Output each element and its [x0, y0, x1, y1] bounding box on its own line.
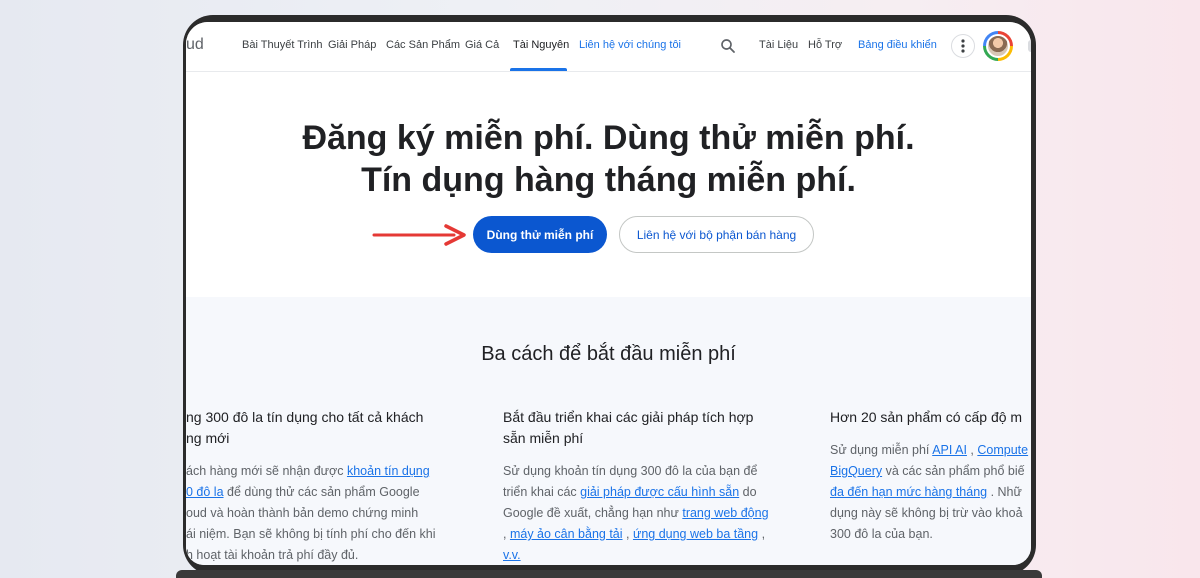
column-2-body-line-3: Google đề xuất, chẳng hạn như trang web … [503, 506, 769, 520]
column-3-body-line-1: Sử dụng miễn phí API AI , Compute [830, 443, 1029, 457]
etc-link[interactable]: v.v. [503, 548, 521, 562]
column-2-body-line-1: Sử dụng khoản tín dụng 300 đô la của bạn… [503, 464, 758, 478]
load-balanced-vm-link[interactable]: máy ảo cân bằng tải [510, 527, 623, 541]
column-2-body-line-4: , máy ảo cân bằng tải , ứng dụng web ba … [503, 527, 766, 541]
bigquery-link[interactable]: BigQuery [830, 464, 882, 478]
hero-title-line-1: Đăng ký miễn phí. Dùng thử miễn phí. [302, 119, 915, 157]
nav-item-presentations[interactable]: Bài Thuyết Trình [242, 39, 323, 51]
avatar[interactable] [983, 31, 1013, 61]
credit-amount-link[interactable]: 0 đô la [186, 485, 224, 499]
ai-api-link[interactable]: API AI [932, 443, 967, 457]
dynamic-website-link[interactable]: trang web động [682, 506, 768, 520]
column-3-body-line-4: dụng này sẽ không bị trừ vào khoả [830, 506, 1023, 520]
scroll-edge [1028, 40, 1031, 52]
active-tab-indicator [510, 68, 567, 71]
arrow-right-icon [372, 224, 466, 246]
section-title: Ba cách để bắt đầu miễn phí [481, 343, 736, 365]
search-icon[interactable] [719, 37, 737, 55]
credit-link[interactable]: khoản tín dụng [347, 464, 430, 478]
nav-console-link[interactable]: Bảng điều khiển [858, 39, 937, 51]
laptop-base [176, 570, 1042, 578]
nav-item-resources[interactable]: Tài Nguyên [513, 39, 569, 51]
top-navigation: ud Bài Thuyết Trình Giải Pháp Các Sản Ph… [186, 22, 1031, 72]
compute-link[interactable]: Compute [977, 443, 1028, 457]
nav-support[interactable]: Hỗ Trợ [808, 39, 842, 51]
monthly-limit-link[interactable]: đa đến hạn mức hàng tháng [830, 485, 987, 499]
preconfigured-solutions-link[interactable]: giải pháp được cấu hình sẵn [580, 485, 739, 499]
column-2-title-line-1: Bắt đầu triển khai các giải pháp tích hợ… [503, 409, 754, 425]
column-3-body-line-3: đa đến hạn mức hàng tháng . Nhữ [830, 485, 1022, 499]
column-1-title-line-2: ng mới [186, 430, 230, 446]
column-1-body-line-4: ái niệm. Bạn sẽ không bị tính phí cho đế… [186, 527, 436, 541]
column-1-body-line-3: oud và hoàn thành bản demo chứng minh [186, 506, 419, 520]
column-2-title-line-2: sẵn miễn phí [503, 430, 584, 446]
nav-contact-link[interactable]: Liên hệ với chúng tôi [579, 39, 681, 51]
column-1-body-line-1: ách hàng mới sẽ nhận được khoản tín dụng [186, 464, 430, 478]
column-1-title-line-1: ng 300 đô la tín dụng cho tất cả khách [186, 409, 424, 425]
column-1-body-line-5: h hoạt tài khoản trả phí đầy đủ. [186, 548, 359, 562]
column-3-body-line-2: BigQuery và các sản phẩm phổ biế [830, 464, 1025, 478]
three-tier-web-app-link[interactable]: ứng dụng web ba tầng [633, 527, 758, 541]
column-1-body-line-2: 0 đô la để dùng thử các sản phẩm Google [186, 485, 420, 499]
nav-docs[interactable]: Tài Liệu [759, 39, 798, 51]
hero-title-line-2: Tín dụng hàng tháng miễn phí. [361, 161, 856, 199]
column-2-body-line-5: v.v. [503, 545, 521, 565]
browser-screen: ud Bài Thuyết Trình Giải Pháp Các Sản Ph… [186, 22, 1031, 565]
more-vert-icon[interactable] [951, 34, 975, 58]
column-3-body-line-5: 300 đô la của bạn. [830, 527, 933, 541]
column-3-title: Hơn 20 sản phẩm có cấp độ m [830, 409, 1023, 425]
nav-item-products[interactable]: Các Sản Phẩm [386, 39, 460, 51]
try-free-button[interactable]: Dùng thử miễn phí [473, 216, 607, 253]
logo[interactable]: ud [186, 36, 204, 54]
nav-item-pricing[interactable]: Giá Cả [465, 39, 499, 51]
contact-sales-button[interactable]: Liên hệ với bộ phận bán hàng [619, 216, 814, 253]
column-2-body-line-2: triển khai các giải pháp được cấu hình s… [503, 485, 757, 499]
nav-item-solutions[interactable]: Giải Pháp [328, 39, 376, 51]
